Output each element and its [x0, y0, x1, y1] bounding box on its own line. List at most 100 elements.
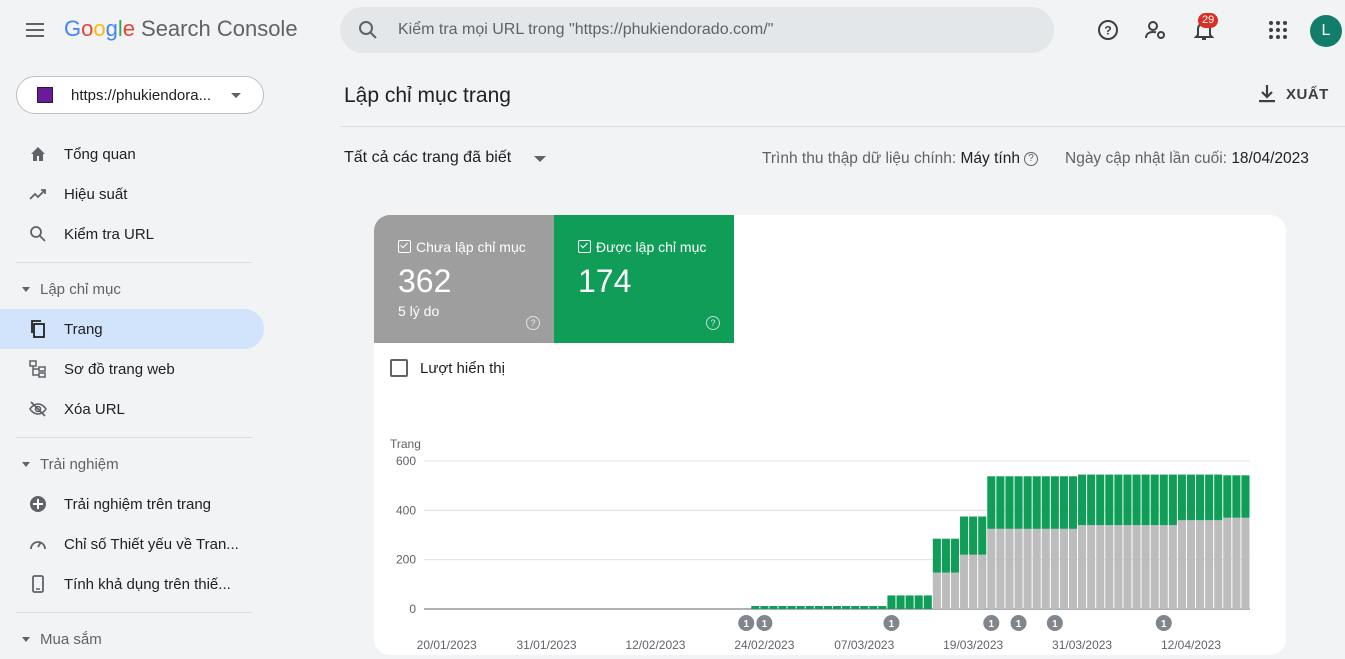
- search-console-logo[interactable]: Google Search Console: [64, 16, 298, 42]
- help-icon[interactable]: ?: [1023, 151, 1038, 166]
- sidebar-item-core-web-vitals[interactable]: Chỉ số Thiết yếu về Tran...: [0, 524, 264, 564]
- speed-icon: [30, 541, 46, 550]
- checkbox-checked-icon: [398, 240, 411, 253]
- sidebar-item-pages[interactable]: Trang: [0, 309, 264, 349]
- notification-badge: 29: [1198, 13, 1219, 28]
- tile-not-indexed[interactable]: Chưa lập chỉ mục 362 5 lý do ?: [374, 215, 554, 343]
- sidebar-item-overview[interactable]: Tổng quan: [0, 134, 264, 174]
- divider: [340, 126, 1345, 127]
- x-tick-label: 12/04/2023: [1161, 638, 1221, 652]
- svg-text:?: ?: [1104, 24, 1111, 38]
- section-indexing[interactable]: Lập chỉ mục: [0, 269, 264, 309]
- sidebar-item-page-experience[interactable]: Trải nghiệm trên trang: [0, 484, 264, 524]
- bar-indexed: [851, 606, 860, 609]
- impressions-checkbox[interactable]: Lượt hiển thị: [390, 359, 505, 377]
- bar-indexed: [1241, 475, 1250, 518]
- bar-not-indexed: [1014, 528, 1023, 609]
- bar-indexed: [1078, 474, 1087, 526]
- property-url: https://phukiendora...: [71, 86, 212, 104]
- bar-not-indexed: [978, 554, 987, 609]
- section-experience[interactable]: Trải nghiệm: [0, 444, 264, 484]
- caret-down-icon: [22, 636, 30, 642]
- bar-indexed: [1023, 476, 1032, 529]
- divider: [16, 437, 252, 438]
- apps-icon[interactable]: [1266, 18, 1290, 42]
- tile-indexed[interactable]: Được lập chỉ mục 174 ?: [554, 215, 734, 343]
- bar-not-indexed: [1059, 528, 1068, 609]
- y-tick-label: 0: [409, 602, 416, 616]
- divider: [16, 262, 252, 263]
- sidebar-item-performance[interactable]: Hiệu suất: [0, 174, 264, 214]
- crawler-value: Máy tính: [960, 150, 1020, 167]
- search-icon: [30, 226, 46, 242]
- chevron-down-icon[interactable]: [534, 156, 546, 162]
- sidebar-item-sitemaps[interactable]: Sơ đồ trang web: [0, 349, 264, 389]
- x-tick-label: 31/01/2023: [517, 638, 577, 652]
- smartphone-icon: [32, 575, 44, 593]
- bar-not-indexed: [1123, 525, 1132, 609]
- sidebar-item-url-inspection[interactable]: Kiểm tra URL: [0, 214, 264, 254]
- bar-indexed: [905, 595, 914, 609]
- property-selector[interactable]: https://phukiendora...: [16, 76, 264, 114]
- primary-crawler: Trình thu thập dữ liệu chính: Máy tính?: [762, 150, 1038, 168]
- avatar[interactable]: L: [1310, 15, 1342, 47]
- sitemap-icon: [29, 360, 46, 378]
- bar-indexed: [1005, 476, 1014, 529]
- bar-indexed: [1205, 474, 1214, 521]
- bar-not-indexed: [1041, 528, 1050, 609]
- bar-indexed: [869, 606, 878, 609]
- annotation-label: 1: [989, 619, 995, 630]
- bar-not-indexed: [932, 572, 941, 609]
- bar-indexed: [996, 476, 1005, 529]
- bar-not-indexed: [1032, 528, 1041, 609]
- bar-indexed: [860, 606, 869, 609]
- sidebar-item-mobile-usability[interactable]: Tính khả dụng trên thiế...: [0, 564, 264, 604]
- bar-indexed: [1186, 474, 1196, 521]
- bar-indexed: [769, 606, 778, 609]
- manage-accounts-icon[interactable]: [1144, 18, 1168, 42]
- checkbox-unchecked-icon: [390, 359, 408, 377]
- indexing-chart: Trang 0 200 400 600 20/01/2023 31/01/2023 12/02…: [390, 437, 1250, 652]
- home-icon: [31, 147, 45, 161]
- bar-indexed: [941, 538, 950, 573]
- bar-indexed: [1141, 474, 1150, 526]
- sidebar-item-removals[interactable]: Xóa URL: [0, 389, 264, 429]
- bar-not-indexed: [1214, 520, 1223, 609]
- bar-not-indexed: [1177, 520, 1186, 609]
- x-tick-label: 12/02/2023: [625, 638, 685, 652]
- help-icon[interactable]: ?: [706, 316, 720, 330]
- help-icon[interactable]: ?: [1096, 18, 1120, 42]
- divider: [16, 612, 252, 613]
- download-icon: [1259, 85, 1275, 103]
- bar-indexed: [914, 595, 923, 609]
- help-icon[interactable]: ?: [526, 316, 540, 330]
- caret-down-icon: [22, 286, 30, 292]
- menu-icon[interactable]: [24, 21, 46, 39]
- bar-indexed: [1087, 474, 1096, 526]
- page-title: Lập chỉ mục trang: [344, 84, 511, 107]
- bar-not-indexed: [1168, 525, 1177, 609]
- bar-not-indexed: [1078, 525, 1087, 609]
- bar-not-indexed: [1087, 525, 1096, 609]
- indexed-count: 174: [578, 263, 632, 299]
- checkbox-checked-icon: [578, 240, 591, 253]
- bar-indexed: [978, 516, 987, 555]
- page-filter-dropdown[interactable]: Tất cả các trang đã biết: [344, 149, 511, 167]
- bar-indexed: [805, 606, 814, 609]
- annotation-label: 1: [889, 619, 895, 630]
- pages-icon: [31, 320, 45, 338]
- annotation-label: 1: [1052, 619, 1058, 630]
- bar-not-indexed: [1223, 517, 1232, 609]
- bar-not-indexed: [1196, 520, 1205, 609]
- bar-not-indexed: [1096, 525, 1105, 609]
- add-circle-icon: [30, 496, 46, 512]
- top-bar: Google Search Console ? 29 L: [0, 0, 1345, 62]
- bar-indexed: [778, 606, 787, 609]
- export-button[interactable]: XUẤT: [1258, 84, 1329, 104]
- annotation-label: 1: [1161, 619, 1167, 630]
- bar-not-indexed: [1105, 525, 1114, 609]
- url-inspect-search[interactable]: [340, 7, 1054, 53]
- search-input[interactable]: [396, 20, 1000, 40]
- section-shopping[interactable]: Mua sắm: [0, 619, 264, 659]
- bar-indexed: [887, 595, 896, 609]
